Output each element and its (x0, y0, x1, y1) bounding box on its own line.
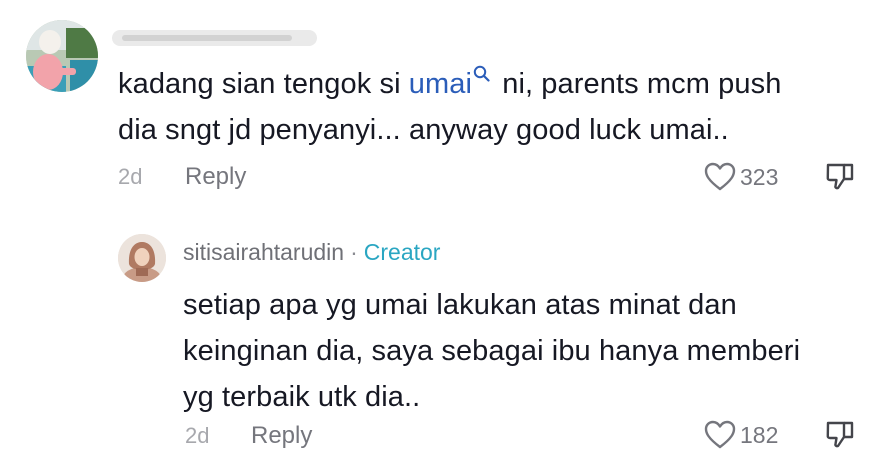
creator-username[interactable]: sitisairahtarudin (183, 239, 344, 265)
like-count: 323 (740, 164, 779, 190)
dislike-icon[interactable] (824, 418, 856, 455)
creator-badge: Creator (363, 239, 441, 265)
reply-header: sitisairahtarudin · Creator (183, 239, 440, 266)
heart-icon[interactable] (704, 162, 736, 197)
reply-button[interactable]: Reply (251, 422, 312, 450)
search-icon[interactable] (473, 65, 490, 82)
comment-line-1: kadang sian tengok si umai ni, parents m… (118, 61, 878, 107)
avatar-image (26, 20, 98, 92)
comment-line-2: dia sngt jd penyanyi... anyway good luck… (118, 114, 729, 146)
comment-time: 2d (118, 164, 143, 189)
creator-avatar[interactable] (118, 234, 166, 282)
mention-link[interactable]: umai (409, 68, 472, 100)
avatar-image (118, 234, 166, 282)
like-count: 182 (740, 422, 779, 448)
reply-line-2: keinginan dia, saya sebagai ibu hanya me… (183, 335, 801, 367)
reply-line-3: yg terbaik utk dia.. (183, 381, 421, 413)
reply-time: 2d (185, 423, 210, 448)
reply-line-1: setiap apa yg umai lakukan atas minat da… (183, 289, 737, 321)
reply-button[interactable]: Reply (185, 163, 246, 191)
heart-icon[interactable] (704, 420, 736, 455)
comment-text-start: kadang sian tengok si (118, 68, 409, 100)
comment-text-rest: ni, parents mcm push (494, 68, 782, 100)
comment-body: kadang sian tengok si umai ni, parents m… (118, 61, 878, 153)
separator-dot: · (350, 239, 358, 265)
reply-body: setiap apa yg umai lakukan atas minat da… (183, 282, 883, 420)
dislike-icon[interactable] (824, 160, 856, 197)
username-redacted (112, 22, 322, 54)
commenter-avatar[interactable] (26, 20, 98, 92)
